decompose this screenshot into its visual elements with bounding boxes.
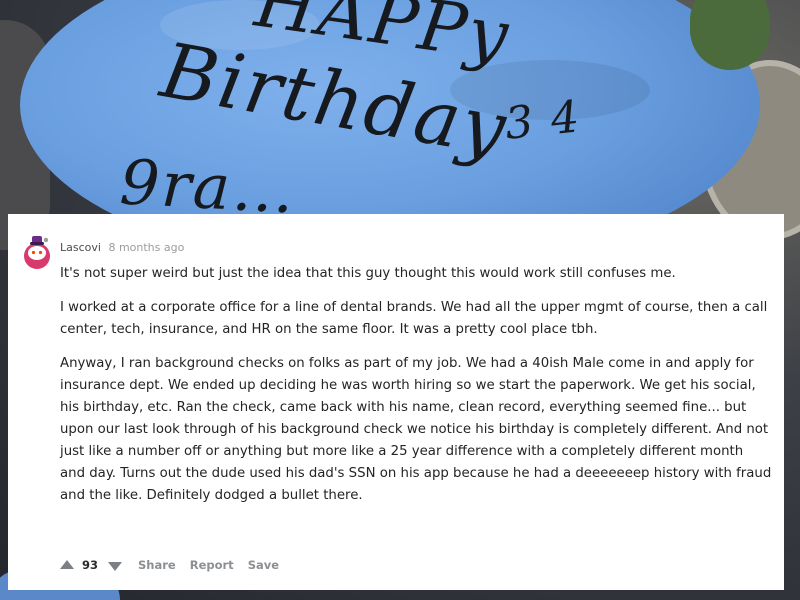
save-button[interactable]: Save <box>248 558 279 572</box>
downvote-arrow-icon[interactable] <box>108 561 123 571</box>
comment-meta: Lascovi 8 months ago <box>60 241 184 254</box>
share-button[interactable]: Share <box>138 558 176 572</box>
timestamp[interactable]: 8 months ago <box>108 241 184 254</box>
report-button[interactable]: Report <box>190 558 234 572</box>
upvote-arrow-icon[interactable] <box>60 559 74 569</box>
green-decoration <box>690 0 770 70</box>
cake-text-age: 3 4 <box>502 91 584 150</box>
username[interactable]: Lascovi <box>60 241 101 254</box>
comment-paragraph: It's not super weird but just the idea t… <box>60 266 676 281</box>
comment-paragraph: I worked at a corporate office for a lin… <box>60 300 768 337</box>
comment-card: Lascovi 8 months ago It's not super weir… <box>8 214 784 590</box>
comment-paragraph: Anyway, I ran background checks on folks… <box>60 356 772 503</box>
comment-body: It's not super weird but just the idea t… <box>60 263 772 519</box>
vote-score: 93 <box>82 558 99 572</box>
comment-actions: 93 Share Report Save <box>60 554 279 576</box>
snoo-avatar-icon[interactable] <box>21 232 53 272</box>
